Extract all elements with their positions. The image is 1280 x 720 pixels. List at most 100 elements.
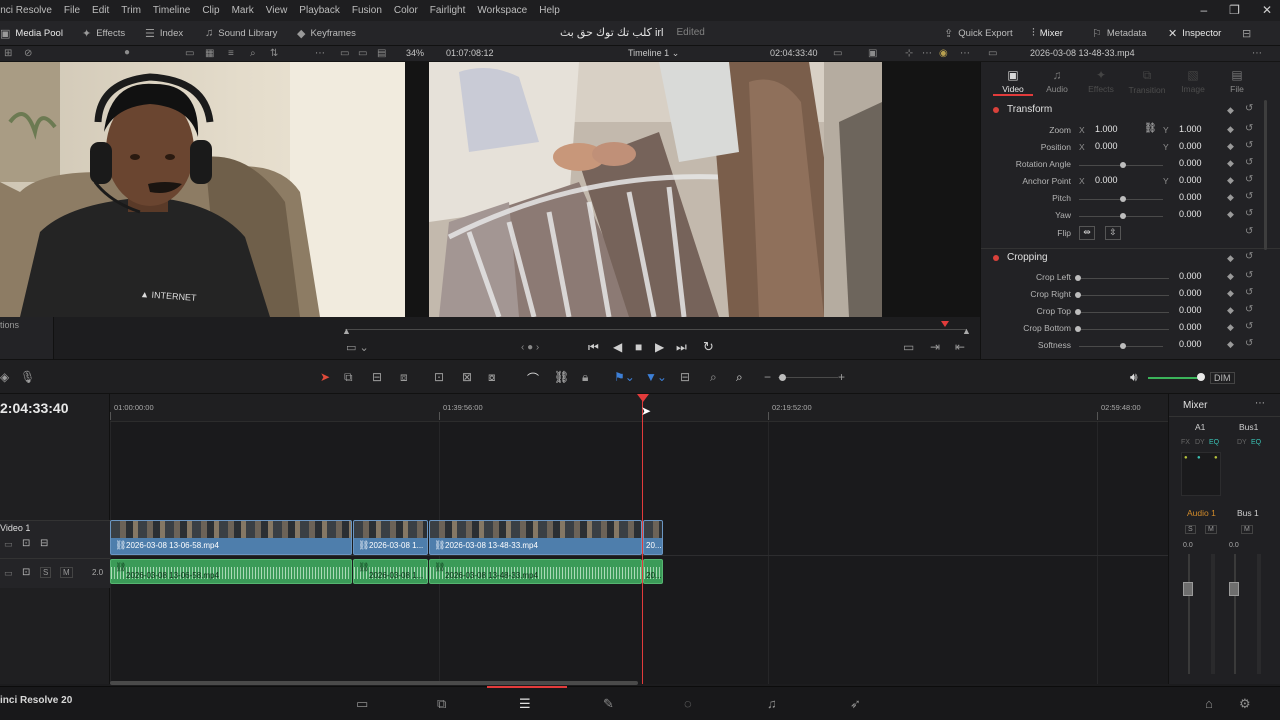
position-x-value[interactable]: 0.000	[1095, 141, 1118, 151]
more-viewer-icon[interactable]: ⋯	[922, 48, 932, 59]
crop-bottom-value[interactable]: 0.000	[1179, 322, 1202, 332]
keyframe-icon[interactable]: ◆	[1227, 192, 1234, 203]
source-viewer[interactable]: ▲ INTERNET	[0, 62, 405, 317]
next-edit-icon[interactable]: ⇥	[930, 340, 940, 354]
replace-clip-icon[interactable]: ⧇	[488, 370, 496, 385]
video-clip[interactable]: ⛓ 2026-03-08 13-06-58.mp4	[110, 520, 352, 555]
video-clip[interactable]: ⛓ 2026-03-08 1...	[353, 520, 428, 555]
tab-file[interactable]: ▤ File	[1217, 68, 1257, 94]
zoom-y-value[interactable]: 1.000	[1179, 124, 1202, 134]
dynamic-trim-icon[interactable]: ⊟	[372, 370, 382, 384]
menu-app[interactable]: inci Resolve	[0, 5, 58, 16]
audio-clip[interactable]: 20...	[643, 559, 663, 584]
prev-edit-icon[interactable]: ⇤	[955, 340, 965, 354]
menu-fairlight[interactable]: Fairlight	[424, 5, 472, 16]
menu-fusion[interactable]: Fusion	[346, 5, 388, 16]
softness-knob[interactable]	[1120, 343, 1126, 349]
crop-right-value[interactable]: 0.000	[1179, 288, 1202, 298]
audio-auto-select-icon[interactable]: ⊡	[22, 567, 30, 578]
link-icon[interactable]: ⛓	[1144, 123, 1157, 134]
cropping-reset-icon[interactable]: ↺	[1245, 251, 1253, 262]
zoom-x-value[interactable]: 1.000	[1095, 124, 1118, 134]
flag-icon[interactable]: ◈	[0, 370, 9, 384]
metadata-button[interactable]: ⚐ Metadata	[1092, 27, 1147, 40]
bus-fader-knob[interactable]	[1229, 582, 1239, 596]
timeline-horizontal-scrollbar[interactable]	[110, 681, 638, 685]
menu-view[interactable]: View	[260, 5, 294, 16]
filter-icon[interactable]: ⇅	[270, 48, 278, 59]
mixer-button[interactable]: ⫶ Mixer	[1032, 27, 1063, 40]
keyframe-icon[interactable]: ◆	[1227, 271, 1234, 282]
pan-control[interactable]: ● ● ●	[1181, 452, 1221, 496]
bus-mute-button[interactable]: M	[1241, 525, 1253, 534]
expand-panel-button[interactable]: ⊟	[1242, 27, 1251, 40]
reset-icon[interactable]: ↺	[1245, 191, 1253, 202]
zoom-full-icon[interactable]: ⊟	[680, 370, 690, 384]
crop-bottom-slider[interactable]	[1079, 329, 1169, 330]
reset-icon[interactable]: ↺	[1245, 270, 1253, 281]
inspector-button[interactable]: ✕ Inspector	[1168, 27, 1221, 40]
audio-clip[interactable]: ⛓ 2026-03-08 1...	[353, 559, 428, 584]
match-frame-icon[interactable]: ▭	[903, 340, 914, 354]
bus-dy-label[interactable]: DY	[1237, 439, 1247, 446]
overwrite-clip-icon[interactable]: ⊠	[462, 370, 472, 384]
dy-label[interactable]: DY	[1195, 439, 1205, 446]
microphone-icon[interactable]: 🎙︎	[20, 370, 35, 384]
sort-icon[interactable]: ⊘	[24, 48, 32, 59]
keyframe-icon[interactable]: ◆	[1227, 158, 1234, 169]
more-options-icon[interactable]: ⋯	[315, 48, 325, 59]
insert-clip-icon[interactable]: ⊡	[434, 370, 444, 384]
keyframe-icon[interactable]: ◆	[1227, 209, 1234, 220]
color-check-icon[interactable]: ◉	[939, 48, 948, 59]
deliver-page-icon[interactable]: ➶	[850, 696, 861, 712]
layout-icon[interactable]: ▤	[377, 48, 386, 59]
crop-top-knob[interactable]	[1075, 309, 1081, 315]
track-lock-icon[interactable]: ▭	[4, 539, 13, 550]
channel-fader-knob[interactable]	[1183, 582, 1193, 596]
skip-end-icon[interactable]: ⏭	[676, 340, 687, 355]
mixer-mute-button[interactable]: M	[1205, 525, 1217, 534]
crop-left-knob[interactable]	[1075, 275, 1081, 281]
timeline-zoom-knob[interactable]	[779, 374, 786, 381]
anchor-y-value[interactable]: 0.000	[1179, 175, 1202, 185]
position-lock-icon[interactable]: 🔒︎	[582, 370, 588, 385]
selection-tool-icon[interactable]: ➤	[320, 370, 330, 384]
menu-edit[interactable]: Edit	[86, 5, 115, 16]
viewer-zoom[interactable]: 34%	[406, 48, 424, 58]
track-visibility-icon[interactable]: ⊟	[40, 538, 48, 549]
scrubber-end-icon[interactable]: ▲	[962, 326, 971, 336]
crop-top-value[interactable]: 0.000	[1179, 305, 1202, 315]
video-clip[interactable]: ⛓ 2026-03-08 13-48-33.mp4	[429, 520, 642, 555]
cut-page-icon[interactable]: ⧉	[437, 696, 446, 712]
effects-button[interactable]: ✦ Effects	[82, 27, 125, 40]
search-icon[interactable]: ⌕	[250, 48, 256, 59]
view-options-icon[interactable]: ▣	[868, 48, 877, 59]
viewer-mode-icon[interactable]: ▭	[340, 48, 349, 59]
transform-enable-icon[interactable]	[993, 106, 999, 113]
auto-select-icon[interactable]: ⊡	[22, 538, 30, 549]
home-icon[interactable]: ⌂	[1205, 696, 1213, 711]
keyframe-icon[interactable]: ◆	[1227, 288, 1234, 299]
solo-button[interactable]: S	[40, 567, 52, 578]
tab-transition[interactable]: ⧉ Transition	[1127, 68, 1167, 95]
dual-viewer-icon[interactable]: ▭	[358, 48, 367, 59]
sound-library-button[interactable]: ♫ Sound Library	[205, 27, 277, 39]
media-pool-button[interactable]: ▣ Media Pool	[0, 27, 63, 40]
crop-right-slider[interactable]	[1079, 295, 1169, 296]
inspector-scrollbar[interactable]	[1264, 100, 1267, 250]
scrubber-start-icon[interactable]: ▲	[342, 326, 351, 336]
flag-marker-icon[interactable]: ⚑⌄	[614, 370, 635, 384]
tab-effects[interactable]: ✦ Effects	[1081, 68, 1121, 94]
cropping-enable-icon[interactable]	[993, 254, 999, 261]
safe-area-icon[interactable]: ▭	[833, 48, 842, 59]
keyframe-icon[interactable]: ◆	[1227, 141, 1234, 152]
snapping-icon[interactable]: ⌒	[527, 370, 539, 387]
reset-icon[interactable]: ↺	[1245, 321, 1253, 332]
fusion-page-icon[interactable]: ✎	[603, 696, 614, 712]
tab-video[interactable]: ▣ Video	[993, 68, 1033, 94]
stop-icon[interactable]: ■	[635, 340, 642, 354]
tab-audio[interactable]: ♫ Audio	[1037, 68, 1077, 94]
zoom-in-icon[interactable]: +	[838, 370, 845, 384]
flip-horizontal-icon[interactable]: ⇹	[1079, 226, 1095, 240]
close-icon[interactable]: ✕	[1262, 3, 1272, 17]
